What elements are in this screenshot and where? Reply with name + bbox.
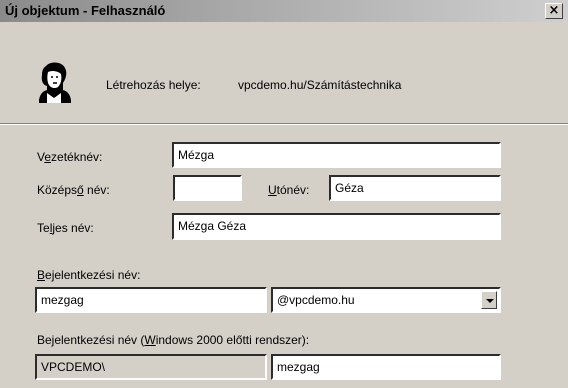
window-title: Új objektum - Felhasználó <box>5 3 166 18</box>
close-button[interactable]: × <box>545 3 563 19</box>
chevron-down-icon[interactable] <box>481 291 497 309</box>
last-name-field[interactable]: Mézga <box>172 142 501 168</box>
last-name-label: Vezetéknév: <box>37 150 103 164</box>
first-name-field[interactable]: Géza <box>329 175 501 201</box>
close-icon: × <box>548 3 560 18</box>
title-bar: Új objektum - Felhasználó × <box>0 0 568 22</box>
upn-suffix-value: @vpcdemo.hu <box>277 293 355 307</box>
location-label: Létrehozás helye: <box>106 78 201 92</box>
separator <box>0 123 568 125</box>
pre2000-user-field[interactable]: mezgag <box>271 354 501 380</box>
full-name-label: Teljes név: <box>37 221 94 235</box>
upn-suffix-dropdown[interactable]: @vpcdemo.hu <box>271 287 501 313</box>
pre2000-logon-label: Bejelentkezési név (Windows 2000 előtti … <box>37 333 310 347</box>
middle-name-field[interactable] <box>173 175 242 201</box>
first-name-label: Utónév: <box>268 183 310 197</box>
pre2000-domain-field: VPCDEMO\ <box>35 354 267 380</box>
user-icon <box>39 62 71 103</box>
full-name-field[interactable]: Mézga Géza <box>172 213 501 240</box>
logon-name-label: Bejelentkezési név: <box>37 268 141 282</box>
location-value: vpcdemo.hu/Számítástechnika <box>238 78 402 92</box>
middle-name-label: Középső név: <box>37 183 110 197</box>
logon-name-field[interactable]: mezgag <box>35 287 267 313</box>
